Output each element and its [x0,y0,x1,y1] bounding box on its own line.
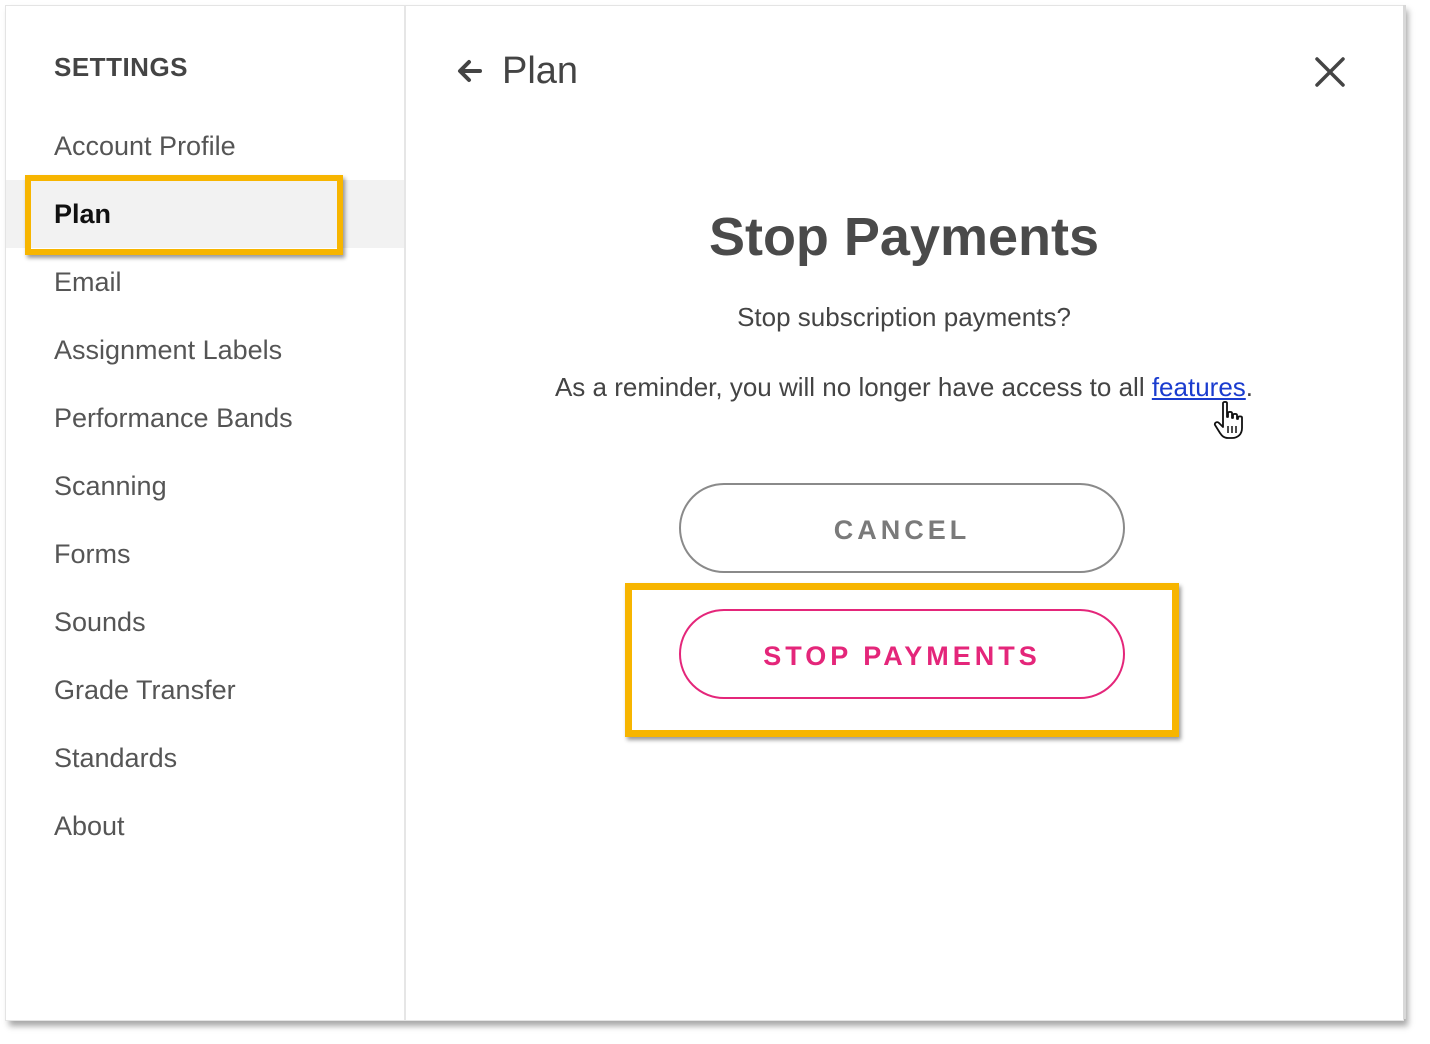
sidebar-item-assignment-labels[interactable]: Assignment Labels [6,316,404,384]
sidebar-item-plan[interactable]: Plan [6,180,404,248]
settings-sidebar: SETTINGS Account Profile Plan Email Assi… [6,6,406,1020]
dialog-title: Stop Payments [708,207,1100,267]
cancel-button[interactable]: CANCEL [679,483,1125,573]
sidebar-item-forms[interactable]: Forms [6,520,404,588]
sidebar-title: SETTINGS [54,52,189,82]
plan-panel: Plan Stop Payments Stop subscription pay… [406,6,1403,1020]
dialog-question: Stop subscription payments? [737,302,1071,332]
sidebar-item-sounds[interactable]: Sounds [6,588,404,656]
reminder-period: . [1245,372,1254,402]
close-icon[interactable] [1312,54,1348,90]
arrow-left-icon[interactable] [454,56,484,86]
dialog-reminder: As a reminder, you will no longer have a… [406,372,1402,403]
sidebar-item-scanning[interactable]: Scanning [6,452,404,520]
stop-payments-button[interactable]: STOP PAYMENTS [679,609,1125,699]
page-title: Plan [502,50,579,92]
sidebar-item-about[interactable]: About [6,792,404,860]
sidebar-item-email[interactable]: Email [6,248,404,316]
reminder-text: As a reminder, you will no longer have a… [554,372,1152,402]
settings-window: SETTINGS Account Profile Plan Email Assi… [5,5,1404,1021]
sidebar-item-performance-bands[interactable]: Performance Bands [6,384,404,452]
sidebar-item-standards[interactable]: Standards [6,724,404,792]
features-link[interactable]: features [1152,372,1246,402]
sidebar-item-grade-transfer[interactable]: Grade Transfer [6,656,404,724]
sidebar-item-account-profile[interactable]: Account Profile [6,112,404,180]
window-edge [1403,5,1406,1019]
settings-nav: Account Profile Plan Email Assignment La… [6,112,404,860]
hand-pointer-icon [1212,400,1246,440]
